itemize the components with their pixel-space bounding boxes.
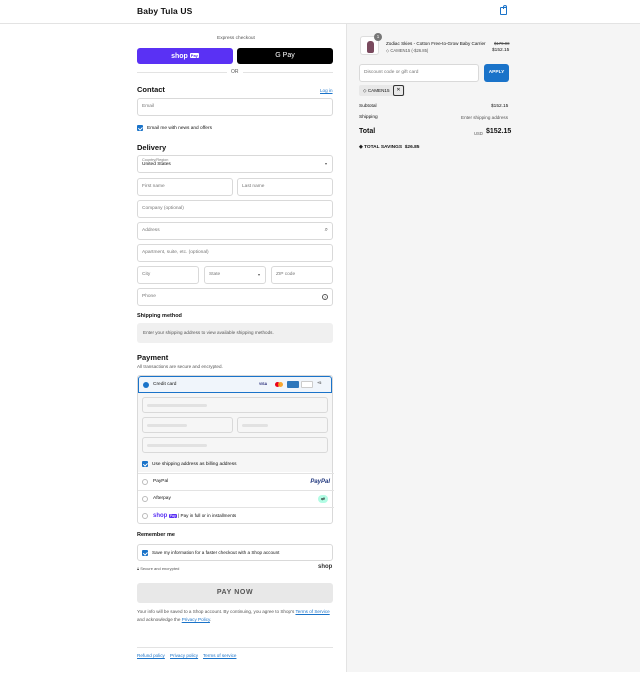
- shipping-label: Shipping: [359, 115, 378, 120]
- company-field[interactable]: Company (optional): [137, 200, 333, 218]
- site-header: Baby Tula US: [0, 0, 640, 24]
- more-cards-badge: +5: [317, 381, 322, 385]
- shipping-method-title: Shipping method: [137, 313, 182, 319]
- google-pay-button[interactable]: G Pay: [237, 48, 333, 64]
- last-name-field[interactable]: Last name: [237, 178, 333, 196]
- chevron-down-icon: ▾: [324, 161, 327, 166]
- privacy-policy-link[interactable]: Privacy policy: [170, 653, 198, 658]
- credit-card-label: Credit card: [153, 382, 177, 387]
- paypal-logo: PayPal: [310, 479, 330, 485]
- phone-field[interactable]: Phone ?: [137, 288, 333, 306]
- country-value: United States: [142, 162, 171, 167]
- product-discount: ◇ CAMEN15 (-$26.85): [386, 48, 429, 53]
- paypal-radio[interactable]: [142, 479, 148, 485]
- discount-code-input[interactable]: Discount code or gift card: [359, 64, 479, 82]
- shoppay-option[interactable]: shop Pay | Pay in full or in installment…: [138, 507, 334, 523]
- email-field[interactable]: Email: [137, 98, 333, 116]
- shoppay-logo: shop: [153, 513, 168, 519]
- currency: USD: [474, 131, 483, 136]
- shipping-value: Enter shipping address: [461, 115, 508, 120]
- footer-divider: [137, 647, 333, 648]
- shoppay-text: | Pay in full or in installments: [178, 513, 237, 518]
- mastercard-icon: [275, 382, 284, 388]
- newsletter-label: Email me with news and offers: [147, 126, 212, 131]
- or-label: OR: [227, 69, 243, 75]
- refund-policy-link[interactable]: Refund policy: [137, 653, 165, 658]
- card-expiry-field[interactable]: [142, 417, 233, 433]
- payment-methods: Credit card VISA +5 Use shipping address…: [137, 375, 334, 524]
- credit-card-option[interactable]: Credit card VISA +5: [138, 376, 332, 393]
- express-checkout-label: Express checkout: [217, 36, 255, 41]
- billing-checkbox[interactable]: [142, 461, 148, 467]
- brand-logo[interactable]: Baby Tula US: [137, 6, 192, 16]
- search-icon: ⌕: [324, 227, 328, 233]
- card-fields-area: [138, 393, 332, 457]
- shoppay-radio[interactable]: [142, 513, 148, 519]
- newsletter-checkbox[interactable]: [137, 125, 143, 131]
- save-info-label: Save my information for a faster checkou…: [152, 550, 280, 555]
- order-summary: 1 Zodiac Skies - Cotton Free-to-Grow Bab…: [346, 24, 640, 672]
- shopping-bag-icon[interactable]: [500, 5, 507, 15]
- payment-subtitle: All transactions are secure and encrypte…: [137, 364, 223, 369]
- billing-row: Use shipping address as billing address: [138, 457, 332, 472]
- save-info-checkbox[interactable]: [142, 550, 148, 556]
- help-icon[interactable]: ?: [322, 294, 328, 300]
- afterpay-icon: ⇄: [318, 495, 328, 503]
- zip-field[interactable]: ZIP code: [271, 266, 333, 284]
- delivery-title: Delivery: [137, 143, 167, 152]
- remember-me-box: Save my information for a faster checkou…: [137, 544, 333, 561]
- billing-label: Use shipping address as billing address: [152, 462, 237, 467]
- discover-icon: [301, 381, 313, 388]
- subtotal-value: $152.15: [491, 104, 509, 109]
- contact-title: Contact: [137, 85, 165, 94]
- legal-text: Your info will be saved to a Shop accoun…: [137, 609, 330, 622]
- remember-me-title: Remember me: [137, 532, 175, 538]
- amex-icon: [287, 381, 299, 388]
- terms-of-service-link[interactable]: Terms of service: [203, 653, 236, 658]
- afterpay-option[interactable]: Afterpay ⇄: [138, 490, 334, 507]
- price-now: $152.15: [492, 48, 510, 53]
- address-field[interactable]: Address ⌕: [137, 222, 333, 240]
- pay-now-button[interactable]: PAY NOW: [137, 583, 333, 603]
- paypal-option[interactable]: PayPal PayPal: [138, 473, 334, 490]
- state-select[interactable]: State ▾: [204, 266, 266, 284]
- country-select[interactable]: Country/Region United States ▾: [137, 155, 333, 173]
- quantity-badge: 1: [374, 33, 382, 41]
- shipping-method-note: Enter your shipping address to view avai…: [137, 323, 333, 343]
- secure-note: 🔒︎ Secure and encrypted: [137, 566, 180, 571]
- total-value: $152.15: [486, 128, 512, 135]
- product-name: Zodiac Skies - Cotton Free-to-Grow Baby …: [386, 41, 486, 46]
- login-link[interactable]: Log in: [320, 88, 333, 93]
- subtotal-label: Subtotal: [359, 104, 377, 109]
- radio-selected[interactable]: [143, 382, 149, 388]
- terms-link[interactable]: Terms of Service: [295, 609, 329, 614]
- privacy-link[interactable]: Privacy Policy: [182, 617, 210, 622]
- price-original: $179.00: [494, 41, 510, 46]
- total-label: Total: [359, 128, 376, 135]
- apartment-field[interactable]: Apartment, suite, etc. (optional): [137, 244, 333, 262]
- remove-code-button[interactable]: ✕: [393, 85, 404, 96]
- apply-button[interactable]: APPLY: [484, 64, 509, 82]
- visa-icon: VISA: [259, 382, 268, 386]
- lock-icon: 🔒︎: [137, 566, 140, 571]
- city-field[interactable]: City: [137, 266, 199, 284]
- card-cvv-field[interactable]: [237, 417, 328, 433]
- total-savings: ◈ TOTAL SAVINGS $26.85: [359, 145, 420, 150]
- afterpay-radio[interactable]: [142, 496, 148, 502]
- card-name-field[interactable]: [142, 437, 328, 453]
- shop-pay-button[interactable]: shop Pay: [137, 48, 233, 64]
- shoppay-badge: Pay: [168, 514, 177, 518]
- close-icon: ✕: [396, 87, 401, 93]
- chevron-down-icon: ▾: [257, 272, 260, 277]
- first-name-field[interactable]: First name: [137, 178, 233, 196]
- card-number-field[interactable]: [142, 397, 328, 413]
- shop-logo: shop: [318, 564, 333, 570]
- product-thumbnail: 1: [360, 33, 382, 55]
- payment-title: Payment: [137, 353, 169, 362]
